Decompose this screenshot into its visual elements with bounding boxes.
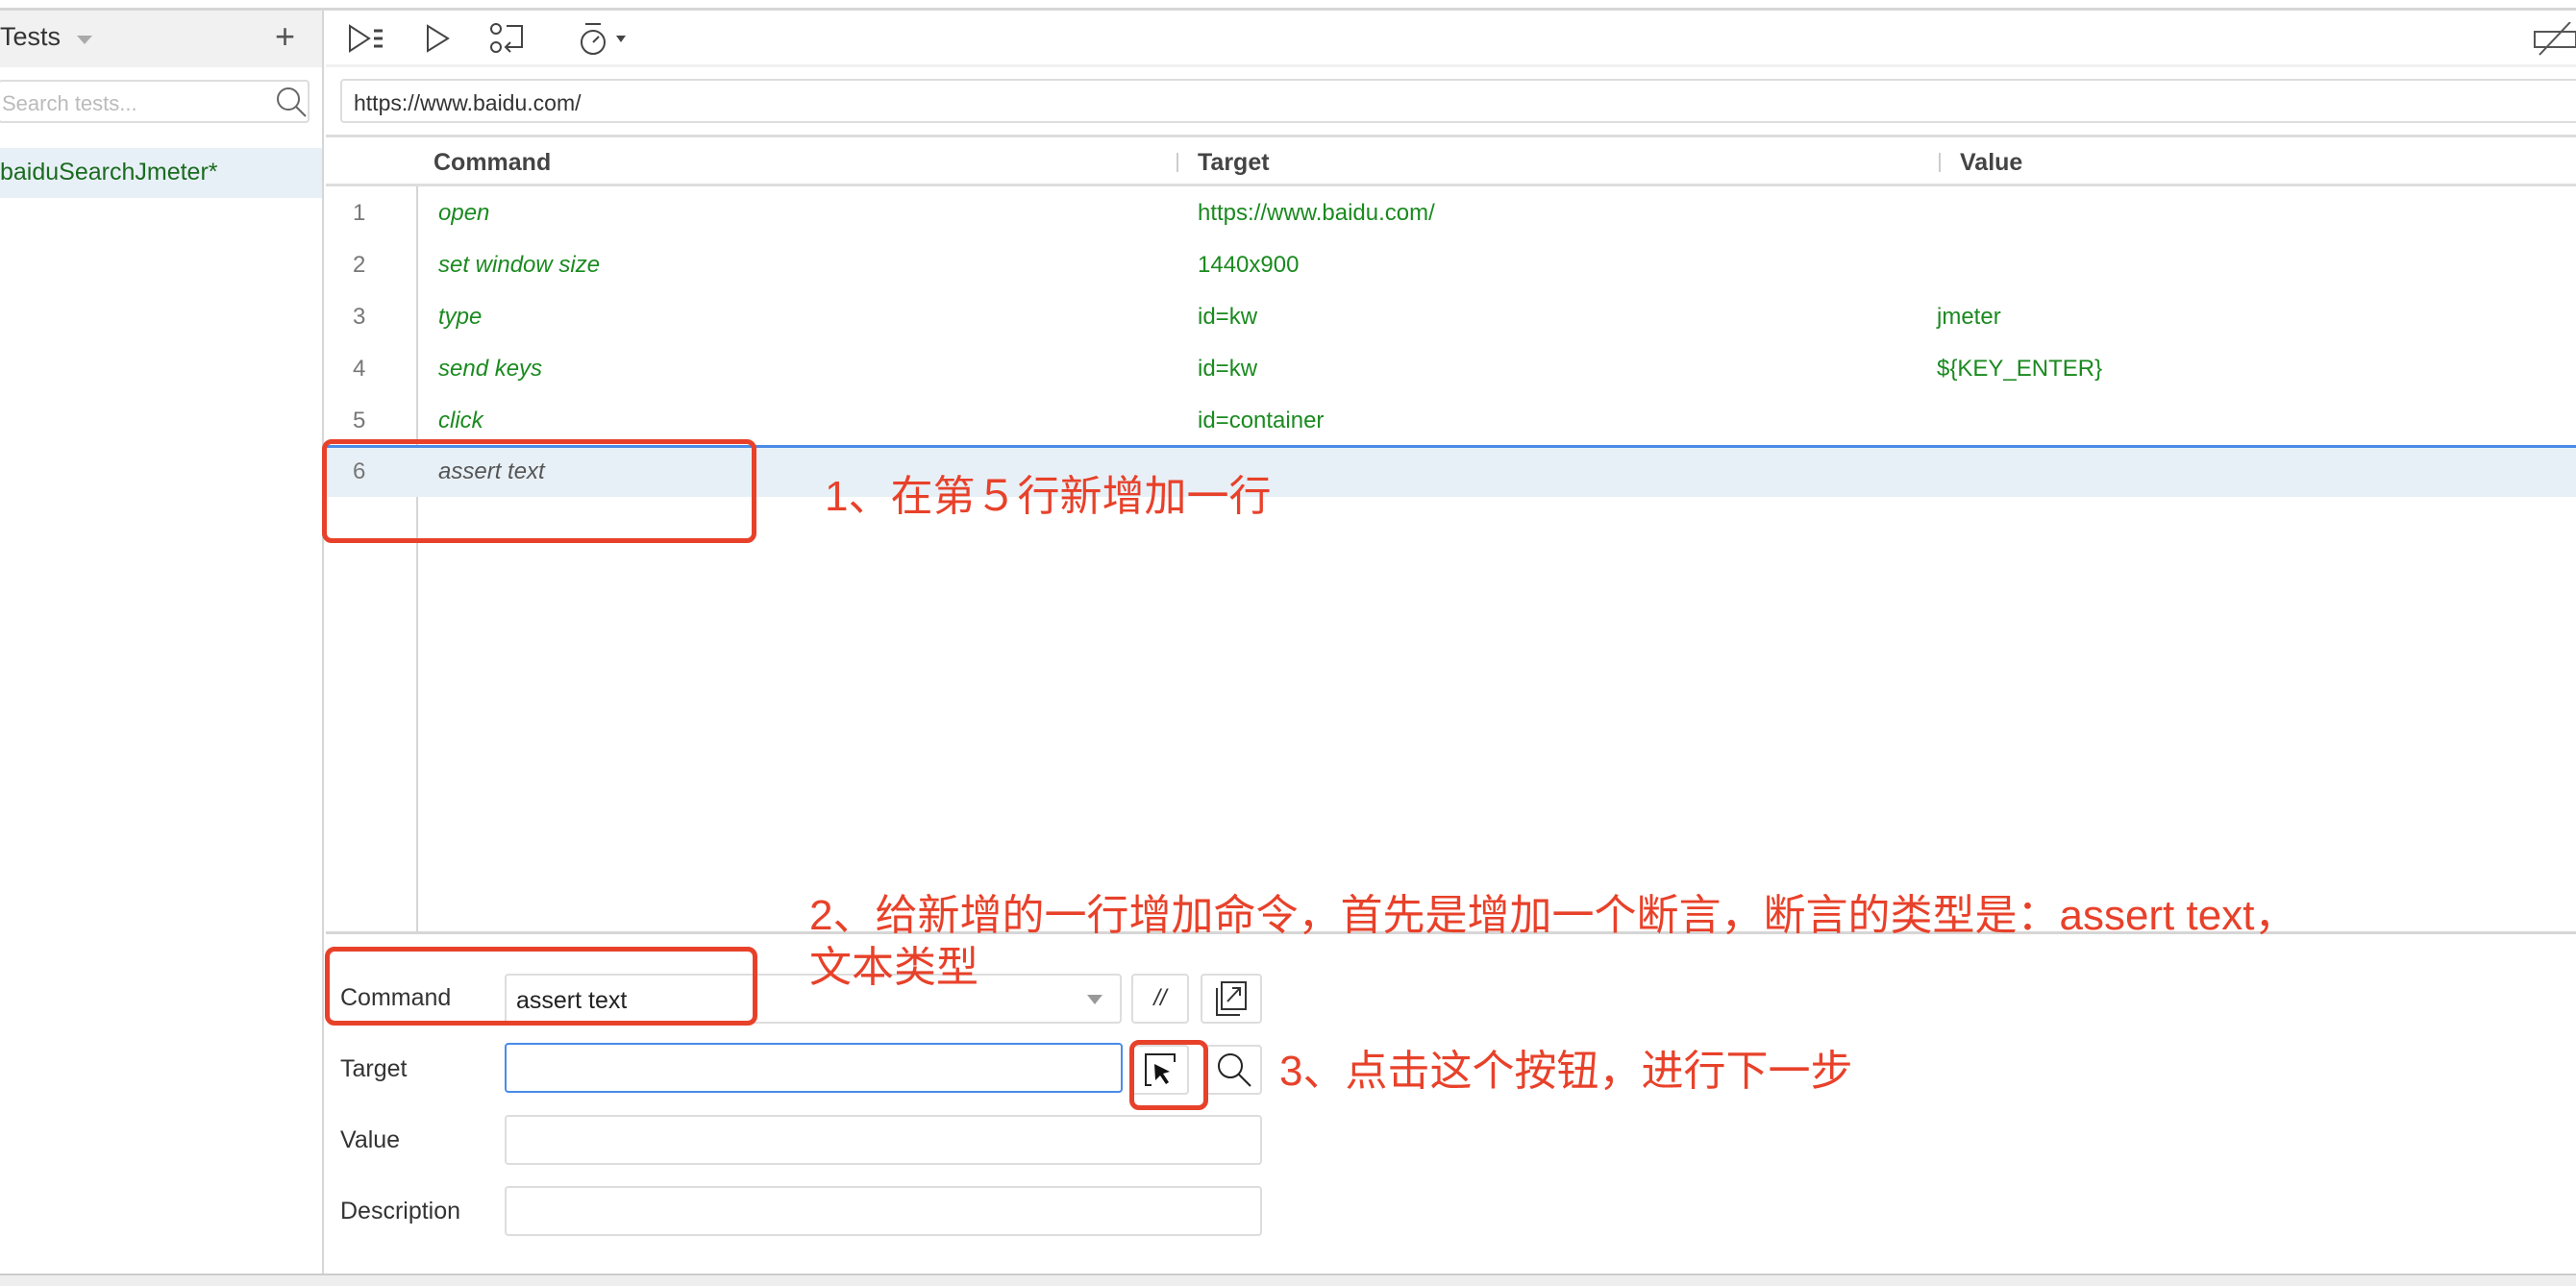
description-label: Description — [340, 1198, 461, 1224]
table-header: Command Target Value — [326, 135, 2576, 186]
speed-icon[interactable] — [578, 22, 635, 57]
test-item[interactable]: baiduSearchJmeter* — [0, 148, 322, 198]
row-target: id=kw — [1198, 356, 1258, 382]
row-target: https://www.baidu.com/ — [1198, 200, 1435, 226]
row-number: 4 — [353, 356, 366, 382]
row-target: 1440x900 — [1198, 252, 1300, 278]
base-url-input[interactable]: https://www.baidu.com/ — [340, 79, 2576, 123]
annotation-box-command — [325, 947, 757, 1026]
value-label: Value — [340, 1126, 401, 1153]
table-row[interactable]: 1 open https://www.baidu.com/ — [326, 187, 2576, 239]
row-target: id=container — [1198, 408, 1325, 433]
run-all-icon[interactable] — [347, 22, 389, 55]
table-row[interactable]: 2 set window size 1440x900 — [326, 239, 2576, 291]
row-target: id=kw — [1198, 304, 1258, 330]
add-test-button[interactable]: + — [275, 16, 295, 57]
log-panel-bar[interactable] — [0, 1274, 2576, 1286]
target-label: Target — [340, 1055, 408, 1082]
search-icon — [1217, 1053, 1251, 1087]
row-number: 2 — [353, 252, 366, 278]
column-header-target: Target — [1198, 149, 1270, 176]
annotation-note-2: 2、给新增的一行增加命令，首先是增加一个断言，断言的类型是：assert tex… — [809, 890, 2296, 994]
row-value: ${KEY_ENTER} — [1937, 356, 2103, 382]
row-command: open — [438, 200, 490, 226]
sidebar-header: Tests + — [0, 11, 322, 67]
annotation-note-3: 3、点击这个按钮，进行下一步 — [1279, 1048, 1853, 1095]
row-command: send keys — [438, 356, 543, 382]
row-command: type — [438, 304, 483, 330]
annotation-note-1: 1、在第５行新增加一行 — [825, 473, 1272, 520]
column-resize-handle[interactable] — [1177, 153, 1178, 172]
column-header-command: Command — [433, 149, 552, 176]
target-input[interactable] — [505, 1043, 1123, 1093]
tests-sidebar: Tests + Search tests... baiduSearchJmete… — [0, 11, 324, 1275]
table-row[interactable]: 4 send keys id=kw ${KEY_ENTER} — [326, 343, 2576, 395]
toolbar — [326, 11, 2576, 67]
find-target-button[interactable] — [1205, 1045, 1262, 1095]
row-command: set window size — [438, 252, 601, 278]
column-header-value: Value — [1960, 149, 2023, 176]
disable-breakpoints-icon[interactable] — [2532, 22, 2576, 57]
row-value: jmeter — [1937, 304, 2001, 330]
tests-dropdown[interactable]: Tests — [0, 22, 61, 52]
run-icon[interactable] — [424, 22, 453, 55]
row-number: 1 — [353, 200, 366, 226]
test-name: baiduSearchJmeter* — [0, 159, 218, 185]
table-row[interactable]: 3 type id=kw jmeter — [326, 291, 2576, 343]
annotation-note-2-line1: 2、给新增的一行增加命令，首先是增加一个断言，断言的类型是：assert tex… — [809, 892, 2297, 939]
search-icon[interactable] — [275, 86, 308, 118]
annotation-note-2-line2: 文本类型 — [809, 944, 978, 991]
row-command: click — [438, 408, 483, 433]
caret-down-icon[interactable] — [77, 36, 92, 44]
search-tests-input[interactable]: Search tests... — [0, 80, 310, 123]
column-resize-handle[interactable] — [1939, 153, 1941, 172]
description-input[interactable] — [505, 1186, 1262, 1236]
annotation-box-row6 — [322, 439, 756, 543]
value-input[interactable] — [505, 1115, 1262, 1165]
row-number: 3 — [353, 304, 366, 330]
step-icon[interactable] — [489, 22, 528, 55]
annotation-box-select-button — [1129, 1040, 1208, 1110]
caret-down-icon[interactable] — [1087, 995, 1102, 1004]
row-number: 5 — [353, 408, 366, 433]
